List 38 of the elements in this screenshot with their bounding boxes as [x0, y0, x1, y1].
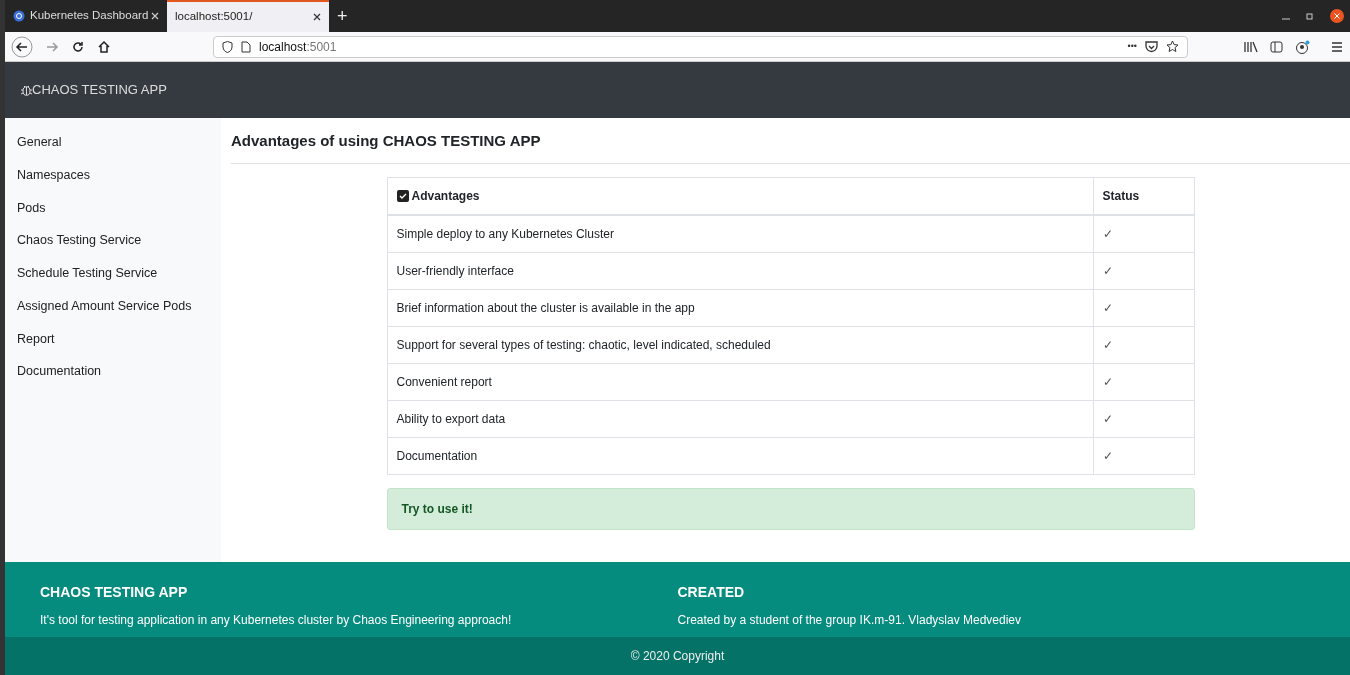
- sidebar-link[interactable]: Report: [5, 322, 221, 356]
- page-heading: Advantages of using CHAOS TESTING APP: [231, 118, 1350, 164]
- copyright-text: © 2020 Copyright: [630, 648, 725, 665]
- footer-text: Created by a student of the group IK.m-91. Vladyslav Medvediev: [677, 612, 1023, 629]
- footer-title: CREATED: [677, 583, 746, 602]
- check-mark: ✓: [1102, 337, 1113, 352]
- check-mark: ✓: [1102, 263, 1113, 278]
- table-cell: Ability to export data: [387, 400, 1093, 437]
- table-cell: User-friendly interface: [387, 252, 1093, 289]
- column-header: Advantages: [411, 188, 480, 203]
- sidebar-link[interactable]: Chaos Testing Service: [5, 224, 221, 257]
- column-header: Status: [1093, 177, 1194, 215]
- sidebar-link[interactable]: Namespaces: [5, 158, 221, 192]
- check-mark: ✓: [1102, 448, 1113, 463]
- url-text: localhost:5001: [259, 38, 337, 56]
- brand-title[interactable]: CHAOS TESTING APP: [32, 80, 167, 100]
- check-mark: ✓: [1102, 411, 1113, 426]
- browser-tab[interactable]: Kubernetes Dashboard: [5, 0, 167, 32]
- success-alert: Try to use it!: [386, 487, 1195, 530]
- more-icon[interactable]: •••: [1127, 39, 1137, 54]
- table-cell: Support for several types of testing: chaotic, level indicated, scheduled: [387, 326, 1093, 363]
- table-cell: Convenient report: [387, 363, 1093, 400]
- table-cell: Documentation: [387, 437, 1093, 474]
- sidebar-link[interactable]: Documentation: [5, 355, 221, 388]
- sidebar-link[interactable]: Assigned Amount Service Pods: [5, 289, 221, 323]
- sidebar-link[interactable]: General: [5, 126, 221, 159]
- browser-tab[interactable]: localhost:5001/: [167, 0, 329, 32]
- sidebar-link[interactable]: Schedule Testing Service: [5, 257, 221, 290]
- table-cell: Brief information about the cluster is available in the app: [387, 289, 1093, 326]
- new-tab-button[interactable]: +: [329, 2, 356, 30]
- check-mark: ✓: [1102, 374, 1113, 389]
- table-cell: Simple deploy to any Kubernetes Cluster: [387, 214, 1093, 252]
- check-mark: ✓: [1102, 300, 1113, 315]
- sidebar-link[interactable]: Pods: [5, 191, 221, 225]
- address-bar[interactable]: localhost:5001 •••: [213, 35, 1188, 58]
- footer-text: It's tool for testing application in any Kubernetes cluster by Chaos Engineering approach!: [40, 612, 513, 629]
- check-mark: ✓: [1102, 226, 1113, 241]
- footer-title: CHAOS TESTING APP: [40, 583, 189, 602]
